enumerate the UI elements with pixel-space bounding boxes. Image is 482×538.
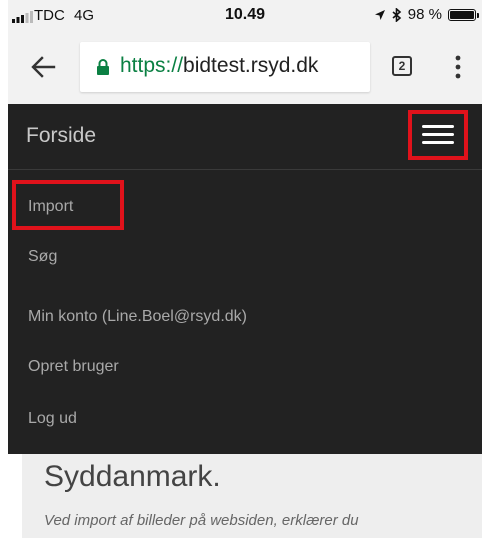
menu-item-import[interactable]: Import	[28, 198, 73, 216]
hamburger-highlight-box	[408, 110, 468, 160]
url-scheme: https://	[120, 54, 184, 77]
battery-fill	[450, 10, 474, 19]
nav-dropdown-menu: Import Søg Min konto (Line.Boel@rsyd.dk)…	[8, 170, 482, 454]
tab-switcher-button[interactable]: 2	[392, 56, 412, 76]
more-vertical-icon[interactable]	[448, 54, 468, 80]
status-bar: TDC 4G 10.49 98 %	[8, 0, 482, 30]
bluetooth-icon	[392, 7, 402, 22]
brand-link[interactable]: Forside	[26, 124, 96, 148]
battery-percent: 98 %	[407, 6, 442, 23]
content-text: Ved import af billeder på websiden, erkl…	[44, 512, 359, 529]
hamburger-menu-icon[interactable]	[422, 125, 454, 145]
page-content: Syddanmark. Ved import af billeder på we…	[22, 454, 482, 538]
menu-item-logout[interactable]: Log ud	[28, 410, 77, 428]
location-arrow-icon	[374, 9, 385, 20]
menu-item-create-user[interactable]: Opret bruger	[28, 358, 119, 376]
url-text: https://bidtest.rsyd.dk	[120, 54, 318, 78]
url-host: bidtest.rsyd.dk	[183, 54, 319, 77]
site-navbar: Forside	[8, 104, 482, 170]
address-bar[interactable]: https://bidtest.rsyd.dk	[80, 42, 370, 92]
battery-icon	[448, 8, 479, 21]
content-heading: Syddanmark.	[44, 460, 221, 493]
browser-toolbar: https://bidtest.rsyd.dk 2	[8, 30, 482, 104]
lock-icon	[97, 59, 109, 75]
status-indicators: 98 %	[374, 6, 479, 23]
menu-item-search[interactable]: Søg	[28, 248, 57, 266]
back-arrow-icon[interactable]	[28, 52, 58, 82]
screen: TDC 4G 10.49 98 % https://bidtest.rsyd.d…	[0, 0, 482, 538]
menu-item-account[interactable]: Min konto (Line.Boel@rsyd.dk)	[28, 308, 247, 326]
